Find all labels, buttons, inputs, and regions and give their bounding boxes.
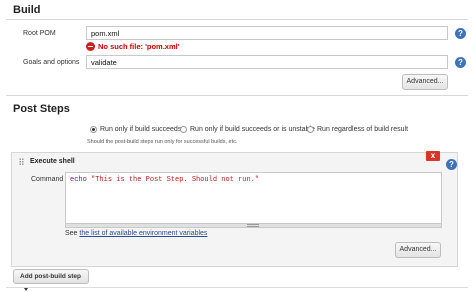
post-steps-hint: Should the post-build steps run only for… (87, 139, 238, 145)
radio-label: Run only if build succeeds (100, 126, 182, 133)
execute-shell-title: Execute shell (30, 158, 75, 165)
dropdown-caret-icon (24, 287, 28, 291)
divider (6, 287, 468, 288)
divider (6, 19, 468, 20)
radio-button[interactable] (307, 126, 314, 133)
command-label: Command (31, 176, 64, 183)
root-pom-input[interactable] (86, 26, 448, 40)
help-icon[interactable]: ? (455, 57, 466, 68)
error-icon (86, 42, 95, 51)
env-vars-note: See the list of available environment va… (65, 230, 207, 237)
radio-run-regardless[interactable]: Run regardless of build result (307, 126, 408, 133)
textarea-resize-handle[interactable] (65, 224, 442, 228)
post-steps-heading: Post Steps (13, 103, 70, 115)
drag-handle-icon[interactable] (19, 158, 24, 166)
divider (6, 95, 468, 96)
build-heading: Build (13, 4, 41, 16)
build-advanced-button[interactable]: Advanced... (402, 74, 448, 90)
help-icon[interactable]: ? (455, 28, 466, 39)
command-keyword: echo (70, 176, 87, 184)
add-step-label: Add post-build step (20, 273, 82, 280)
radio-button[interactable] (90, 126, 97, 133)
radio-label: Run regardless of build result (317, 126, 409, 133)
help-icon[interactable]: ? (446, 159, 457, 170)
radio-run-if-unstable[interactable]: Run only if build succeeds or is unstabl… (180, 126, 315, 133)
env-vars-link[interactable]: the list of available environment variab… (79, 230, 207, 237)
close-icon[interactable]: x (426, 151, 440, 161)
root-pom-error: No such file: 'pom.xml' (86, 42, 180, 51)
root-pom-label: Root POM (23, 30, 56, 37)
shell-advanced-button[interactable]: Advanced... (395, 242, 441, 258)
error-message: No such file: 'pom.xml' (98, 42, 180, 51)
radio-run-if-success[interactable]: Run only if build succeeds (90, 126, 181, 133)
goals-label: Goals and options (23, 59, 80, 66)
radio-button[interactable] (180, 126, 187, 133)
radio-label: Run only if build succeeds or is unstabl… (190, 126, 315, 133)
see-prefix: See (65, 230, 78, 237)
command-textarea[interactable]: echo "This is the Post Step. Should not … (65, 172, 442, 224)
add-post-build-step-button[interactable]: Add post-build step (13, 269, 89, 291)
goals-input[interactable] (86, 55, 448, 69)
command-string: "This is the Post Step. Should not run." (91, 176, 260, 184)
